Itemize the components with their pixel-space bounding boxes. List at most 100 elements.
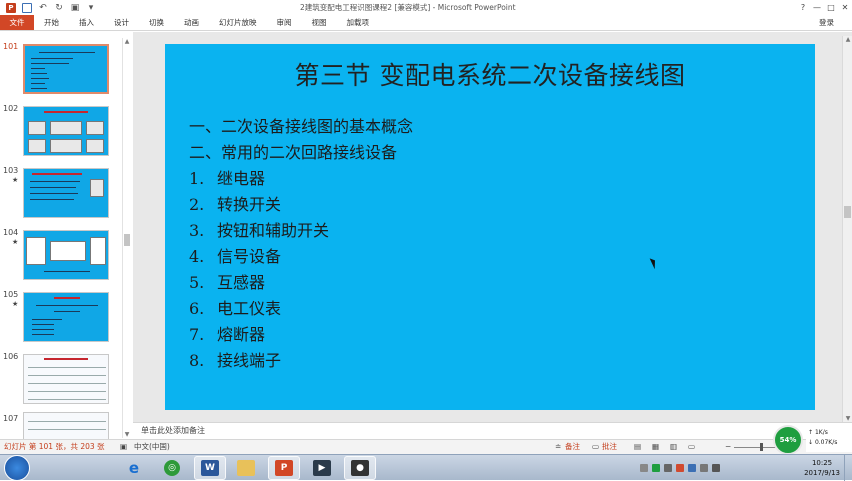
list-item: 8. 接线端子 [189, 348, 413, 374]
list-item: 3. 按钮和辅助开关 [189, 218, 413, 244]
reading-view-icon[interactable]: ▥ [670, 440, 677, 454]
powerpoint-icon[interactable]: P [268, 456, 300, 480]
media-icon[interactable]: ▶ [306, 456, 338, 480]
tray-flag-icon[interactable] [688, 464, 696, 472]
tab-home[interactable]: 开始 [34, 15, 69, 30]
tray-app-icon[interactable] [640, 464, 648, 472]
tray-volume-icon[interactable] [700, 464, 708, 472]
windows-start-icon[interactable] [4, 455, 30, 481]
clock-time: 10:25 [811, 459, 833, 467]
maximize-button[interactable]: □ [824, 0, 838, 15]
comments-icon[interactable]: ▭ [592, 440, 599, 454]
list-item: 4. 信号设备 [189, 244, 413, 270]
slide-thumbnail[interactable] [23, 44, 109, 94]
list-item: 一、二次设备接线图的基本概念 [189, 114, 413, 140]
ie-icon[interactable]: e [118, 456, 150, 480]
comments-button[interactable]: 批注 [602, 440, 617, 454]
scroll-up-icon[interactable]: ▲ [123, 38, 131, 45]
scroll-down-icon[interactable]: ▼ [123, 431, 131, 438]
slide-number: 101 [3, 42, 19, 51]
animation-star-icon: ★ [12, 176, 19, 184]
redo-icon[interactable]: ↻ [54, 3, 64, 13]
slide-content-list[interactable]: 一、二次设备接线图的基本概念 二、常用的二次回路接线设备 1. 继电器 2. 转换开… [189, 114, 413, 374]
customize-icon[interactable]: ▾ [86, 3, 96, 13]
tray-battery-icon[interactable] [712, 464, 720, 472]
slide-thumbnail[interactable] [23, 168, 109, 218]
normal-view-icon[interactable]: ▤ [634, 440, 641, 454]
tab-addins[interactable]: 加载项 [337, 15, 380, 30]
tab-insert[interactable]: 插入 [69, 15, 104, 30]
slide-counter: 幻灯片 第 101 张，共 203 张 [4, 442, 105, 451]
slide-thumbnail[interactable] [23, 292, 109, 342]
tab-file[interactable]: 文件 [0, 15, 34, 30]
spellcheck-icon[interactable]: ▣ [120, 440, 127, 454]
save-icon[interactable] [22, 2, 32, 13]
item-number: 4. [189, 247, 205, 266]
item-text: 熔断器 [217, 325, 266, 344]
network-percent: 54% [779, 436, 797, 444]
start-from-beginning-icon[interactable]: ▣ [70, 3, 80, 13]
undo-icon[interactable]: ↶ [38, 3, 48, 13]
tray-chevron-icon[interactable] [664, 464, 672, 472]
list-item: 6. 电工仪表 [189, 296, 413, 322]
explorer-icon[interactable] [230, 456, 262, 480]
tab-animations[interactable]: 动画 [174, 15, 209, 30]
notes-pane[interactable]: 单击此处添加备注 [133, 422, 852, 439]
zoom-slider-knob[interactable] [760, 443, 763, 451]
word-icon[interactable]: W [194, 456, 226, 480]
notes-placeholder: 单击此处添加备注 [141, 426, 205, 435]
tray-security-icon[interactable] [676, 464, 684, 472]
tab-design[interactable]: 设计 [104, 15, 139, 30]
slide-number: 102 [3, 104, 19, 113]
item-text: 信号设备 [217, 247, 282, 266]
item-number: 7. [189, 325, 205, 344]
scroll-thumb[interactable] [844, 206, 851, 218]
slide-title[interactable]: 第三节 变配电系统二次设备接线图 [165, 56, 815, 92]
tab-review[interactable]: 审阅 [267, 15, 302, 30]
taskbar-clock[interactable]: 10:25 2017/9/13 [804, 458, 840, 478]
notes-icon[interactable]: ≐ [555, 440, 561, 454]
quick-access-toolbar: P ↶ ↻ ▣ ▾ [0, 0, 96, 15]
slide-thumbnail-pane: 101 102 103 ★ 104 ★ 105 ★ 106 107 [0, 32, 133, 439]
screen-recorder-icon[interactable]: ● [344, 456, 376, 480]
item-text: 一、二次设备接线图的基本概念 [189, 117, 414, 136]
slide-thumbnail[interactable] [23, 106, 109, 156]
network-speed-readout: ↑ 1K/s ↓ 0.07K/s [806, 428, 852, 452]
scroll-down-icon[interactable]: ▼ [843, 415, 852, 422]
minimize-button[interactable]: — [810, 0, 824, 15]
scroll-up-icon[interactable]: ▲ [843, 36, 852, 43]
ribbon-tabs: 文件 开始 插入 设计 切换 动画 幻灯片放映 审阅 视图 加载项 登录 [0, 15, 852, 31]
item-text: 按钮和辅助开关 [217, 221, 330, 240]
slide-canvas[interactable]: 第三节 变配电系统二次设备接线图 一、二次设备接线图的基本概念 二、常用的二次回… [165, 44, 815, 410]
scroll-thumb[interactable] [124, 234, 130, 246]
editor-scrollbar[interactable]: ▲ ▼ [842, 36, 852, 422]
thumbnail-scrollbar[interactable]: ▲ ▼ [122, 38, 130, 438]
show-desktop-button[interactable] [844, 455, 852, 481]
slide-thumbnail[interactable] [23, 354, 109, 404]
chrome-icon[interactable]: ◎ [156, 456, 188, 480]
zoom-out-icon[interactable]: − [725, 440, 731, 454]
close-button[interactable]: ✕ [838, 0, 852, 15]
slide-sorter-icon[interactable]: ▦ [652, 440, 659, 454]
notes-button[interactable]: 备注 [565, 440, 580, 454]
network-speed-widget[interactable]: 54% [773, 425, 803, 455]
tab-slideshow[interactable]: 幻灯片放映 [209, 15, 267, 30]
login-link[interactable]: 登录 [819, 15, 834, 31]
tab-view[interactable]: 视图 [302, 15, 337, 30]
item-text: 电工仪表 [217, 299, 282, 318]
tray-network-icon[interactable] [652, 464, 660, 472]
slideshow-icon[interactable]: ▭ [688, 440, 695, 454]
help-button[interactable]: ? [796, 0, 810, 15]
slide-thumbnail[interactable] [23, 412, 109, 439]
clock-date: 2017/9/13 [804, 469, 840, 477]
slide-number: 103 [3, 166, 19, 175]
tab-transitions[interactable]: 切换 [139, 15, 174, 30]
system-tray [640, 455, 720, 481]
download-speed: 0.07K/s [814, 439, 838, 446]
slide-thumbnail[interactable] [23, 230, 109, 280]
item-number: 5. [189, 273, 205, 292]
powerpoint-icon[interactable]: P [6, 2, 16, 13]
language-indicator[interactable]: 中文(中国) [134, 440, 170, 454]
list-item: 7. 熔断器 [189, 322, 413, 348]
item-text: 接线端子 [217, 351, 282, 370]
